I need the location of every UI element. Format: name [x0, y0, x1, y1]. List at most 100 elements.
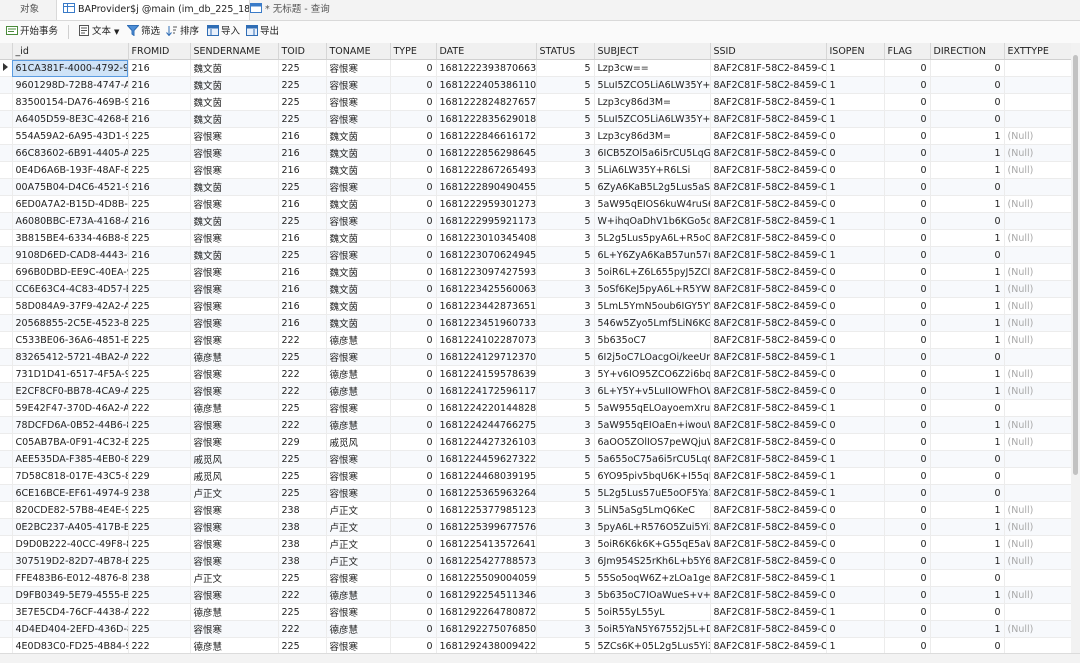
cell-exttype[interactable]: (Null)	[1004, 365, 1071, 383]
cell-fromid[interactable]: 229	[128, 450, 191, 468]
cell-fromid[interactable]: 225	[128, 229, 191, 247]
cell-date[interactable]: 1681223451960733	[436, 314, 537, 332]
tab-objects[interactable]: 对象	[14, 0, 45, 20]
column-header-subject[interactable]: SUBJECT	[594, 43, 711, 60]
table-row[interactable]: 0E4D6A6B-193F-48AF-8A 225 容恨寒 216 魏文茵 0 168122…	[0, 161, 1071, 179]
row-indicator[interactable]	[0, 195, 13, 213]
cell-isopen[interactable]: 0	[826, 314, 885, 332]
cell-ssid[interactable]: 8AF2C81F-58C2-8459-C45	[710, 161, 827, 179]
cell-toname[interactable]: 魏文茵	[326, 263, 391, 281]
cell-toid[interactable]: 216	[278, 263, 327, 281]
cell-sendername[interactable]: 容恨寒	[190, 331, 279, 349]
cell-status[interactable]: 3	[536, 280, 595, 298]
cell-toname[interactable]: 魏文茵	[326, 314, 391, 332]
cell-toname[interactable]: 容恨寒	[326, 212, 391, 230]
cell-fromid[interactable]: 216	[128, 110, 191, 128]
cell-direction[interactable]: 0	[930, 399, 1005, 417]
table-row[interactable]: E2CF8CF0-BB78-4CA9-A5 225 容恨寒 222 德彦慧 0 168122…	[0, 382, 1071, 400]
cell-toname[interactable]: 德彦慧	[326, 365, 391, 383]
cell-status[interactable]: 3	[536, 263, 595, 281]
cell-type[interactable]: 0	[390, 127, 437, 145]
column-header-status[interactable]: STATUS	[536, 43, 595, 60]
cell-toname[interactable]: 容恨寒	[326, 76, 391, 94]
cell-ssid[interactable]: 8AF2C81F-58C2-8459-C45	[710, 127, 827, 145]
cell-flag[interactable]: 0	[884, 212, 931, 230]
row-indicator[interactable]	[0, 535, 13, 553]
cell-subject[interactable]: 6L+Y5Y+v5LuIIOWFhOW8	[594, 382, 711, 400]
cell-type[interactable]: 0	[390, 382, 437, 400]
cell-isopen[interactable]: 0	[826, 331, 885, 349]
cell-subject[interactable]: 5oiR55yL55yL	[594, 603, 711, 621]
cell-type[interactable]: 0	[390, 552, 437, 570]
cell-date[interactable]: 1681225427788573	[436, 552, 537, 570]
cell-toid[interactable]: 216	[278, 297, 327, 315]
column-header-sendername[interactable]: SENDERNAME	[190, 43, 279, 60]
cell-date[interactable]: 1681223425560063	[436, 280, 537, 298]
row-indicator[interactable]	[0, 144, 13, 162]
cell-toname[interactable]: 容恨寒	[326, 59, 391, 77]
table-row[interactable]: A6080BBC-E73A-4168-A8 216 魏文茵 225 容恨寒 0 168122…	[0, 212, 1071, 230]
cell-ssid[interactable]: 8AF2C81F-58C2-8459-C45	[710, 484, 827, 502]
cell-sendername[interactable]: 戚觅风	[190, 467, 279, 485]
cell-toid[interactable]: 225	[278, 178, 327, 196]
cell-type[interactable]: 0	[390, 586, 437, 604]
cell-id[interactable]: E2CF8CF0-BB78-4CA9-A5	[12, 382, 129, 400]
cell-fromid[interactable]: 225	[128, 620, 191, 638]
column-header-isopen[interactable]: ISOPEN	[826, 43, 885, 60]
cell-date[interactable]: 1681224220144828	[436, 399, 537, 417]
cell-sendername[interactable]: 容恨寒	[190, 620, 279, 638]
cell-date[interactable]: 1681222405386110	[436, 76, 537, 94]
cell-direction[interactable]: 0	[930, 246, 1005, 264]
cell-subject[interactable]: 5a655oC75a6i5rCU5LqG	[594, 450, 711, 468]
table-row[interactable]: 0E2BC237-A405-417B-BA 225 容恨寒 238 卢正文 0 168122…	[0, 518, 1071, 536]
cell-type[interactable]: 0	[390, 280, 437, 298]
cell-sendername[interactable]: 德彦慧	[190, 637, 279, 653]
cell-exttype[interactable]: (Null)	[1004, 433, 1071, 451]
cell-isopen[interactable]: 0	[826, 195, 885, 213]
cell-id[interactable]: D9D0B222-40CC-49F8-8B	[12, 535, 129, 553]
cell-toname[interactable]: 魏文茵	[326, 127, 391, 145]
cell-date[interactable]: 1681292438009422	[436, 637, 537, 653]
row-indicator[interactable]	[0, 399, 13, 417]
cell-direction[interactable]: 0	[930, 484, 1005, 502]
cell-sendername[interactable]: 容恨寒	[190, 382, 279, 400]
cell-exttype[interactable]: (Null)	[1004, 382, 1071, 400]
cell-ssid[interactable]: 8AF2C81F-58C2-8459-C45	[710, 280, 827, 298]
cell-exttype[interactable]: (Null)	[1004, 161, 1071, 179]
cell-date[interactable]: 1681222959301273	[436, 195, 537, 213]
cell-subject[interactable]: 6ICB5ZOl5a6i5rCU5LqG	[594, 144, 711, 162]
cell-exttype[interactable]: (Null)	[1004, 501, 1071, 519]
cell-flag[interactable]: 0	[884, 314, 931, 332]
cell-date[interactable]: 1681224159578639	[436, 365, 537, 383]
cell-sendername[interactable]: 容恨寒	[190, 297, 279, 315]
cell-subject[interactable]: 6Jm954S25rKh6L+b5Y67I	[594, 552, 711, 570]
cell-toid[interactable]: 216	[278, 127, 327, 145]
cell-sendername[interactable]: 容恨寒	[190, 416, 279, 434]
column-header-id[interactable]: _id	[12, 43, 129, 60]
cell-date[interactable]: 1681224468039195	[436, 467, 537, 485]
cell-direction[interactable]: 1	[930, 229, 1005, 247]
table-row[interactable]: C533BE06-36A6-4851-BAI 225 容恨寒 222 德彦慧 0 16812…	[0, 331, 1071, 349]
row-indicator[interactable]	[0, 127, 13, 145]
cell-type[interactable]: 0	[390, 212, 437, 230]
cell-id[interactable]: FFE483B6-E012-4876-852	[12, 569, 129, 587]
cell-flag[interactable]: 0	[884, 637, 931, 653]
cell-direction[interactable]: 0	[930, 637, 1005, 653]
cell-fromid[interactable]: 225	[128, 161, 191, 179]
cell-exttype[interactable]	[1004, 348, 1071, 366]
cell-fromid[interactable]: 225	[128, 586, 191, 604]
cell-subject[interactable]: 5aW955qEIOaEn+iwouW·	[594, 416, 711, 434]
cell-id[interactable]: 3E7E5CD4-76CF-4438-A0(	[12, 603, 129, 621]
cell-toname[interactable]: 容恨寒	[326, 348, 391, 366]
cell-status[interactable]: 3	[536, 501, 595, 519]
cell-date[interactable]: 1681225377985123	[436, 501, 537, 519]
table-row[interactable]: 3E7E5CD4-76CF-4438-A0(222 德彦慧 225 容恨寒 0 16812…	[0, 603, 1071, 621]
cell-id[interactable]: AEE535DA-F385-4EB0-82	[12, 450, 129, 468]
cell-status[interactable]: 5	[536, 348, 595, 366]
cell-flag[interactable]: 0	[884, 229, 931, 247]
cell-toname[interactable]: 容恨寒	[326, 399, 391, 417]
cell-fromid[interactable]: 216	[128, 93, 191, 111]
cell-id[interactable]: 6CE16BCE-EF61-4974-9EC	[12, 484, 129, 502]
cell-exttype[interactable]	[1004, 93, 1071, 111]
cell-sendername[interactable]: 容恨寒	[190, 127, 279, 145]
